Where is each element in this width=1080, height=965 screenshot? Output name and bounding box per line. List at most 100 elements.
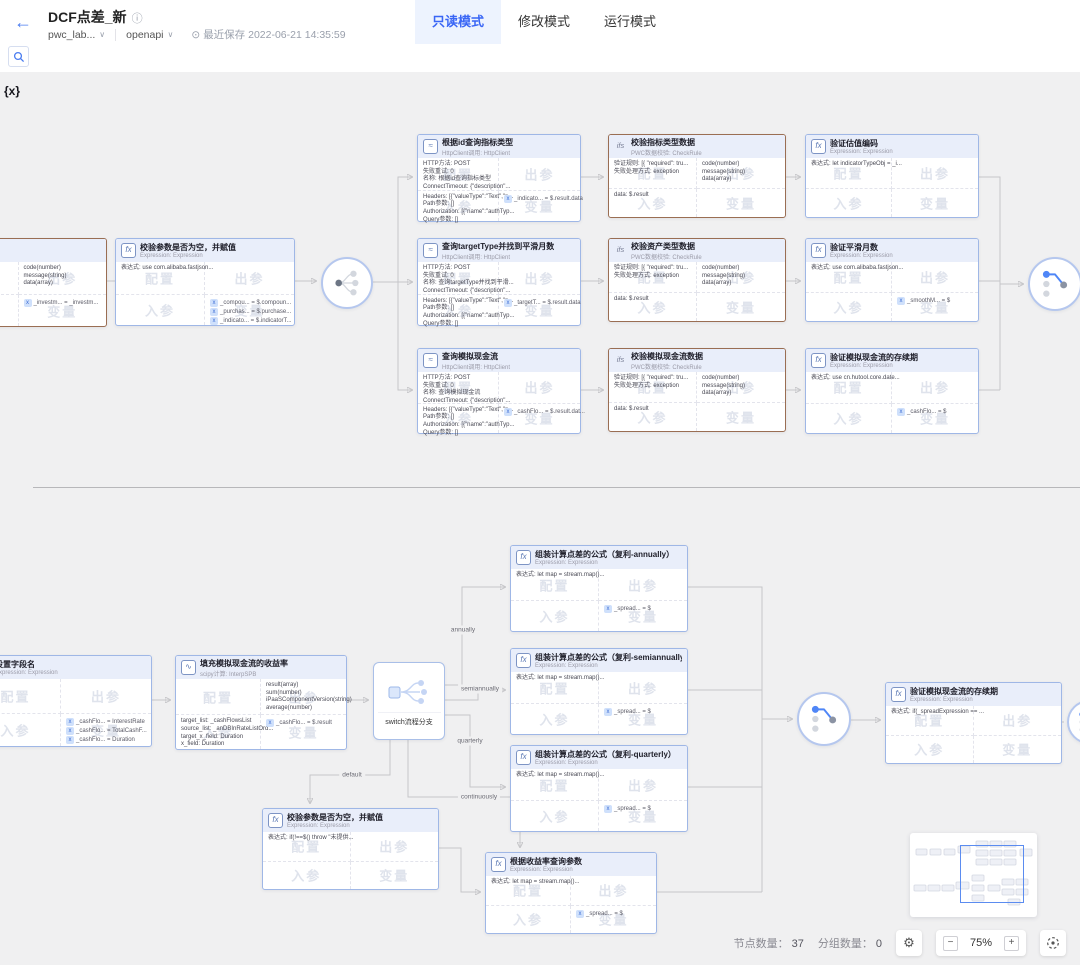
- node-quadrant-tr: 出参: [892, 158, 978, 189]
- back-button[interactable]: ←: [14, 11, 32, 33]
- config-line: result(array): [266, 682, 346, 690]
- tab-readonly-mode[interactable]: 只读模式: [415, 0, 501, 44]
- node-body: 配置Rate =...出参入参变量x_cashFlo... = Interest…: [0, 679, 151, 746]
- flow-node-expr-verify-duration-bottom[interactable]: fx验证模拟现金流的存续期Expression: Expression配置表达式…: [885, 682, 1062, 764]
- chevron-down-icon: ∨: [168, 30, 174, 39]
- node-header: fx验证模拟现金流的存续期Expression: Expression: [886, 683, 1061, 706]
- flow-node-expr-verify-valuation-code[interactable]: fx验证估值编码Expression: Expression配置表达式: let…: [805, 134, 979, 218]
- quadrant-watermark: 出参: [920, 163, 950, 182]
- expr-icon: fx: [811, 353, 826, 368]
- node-count: 节点数量：37: [734, 935, 804, 951]
- config-line: data(array): [702, 280, 785, 288]
- config-line: HTTP方法: POST: [423, 161, 498, 169]
- quadrant-watermark: 出参: [379, 837, 409, 856]
- last-saved: ⊙ 最近保存 2022-06-21 14:35:59: [191, 27, 345, 42]
- variable-chip: x_spread... = $: [604, 605, 687, 613]
- flow-node-http-query-cashflow[interactable]: ≈查询模拟现金流HttpClient调用: HttpClient配置HTTP方法…: [417, 348, 581, 434]
- zoom-out-button[interactable]: −: [943, 936, 958, 951]
- tab-edit-mode[interactable]: 修改模式: [501, 0, 587, 44]
- node-body: 配置出参code(number)message(string)data(arra…: [0, 262, 106, 326]
- node-header: ≈根据id查询指标类型HttpClient调用: HttpClient: [418, 135, 580, 158]
- flow-node-check-params-empty-1[interactable]: fx校验参数是否为空，并赋值Expression: Expression配置表达…: [115, 238, 295, 326]
- variables-badge[interactable]: {x}: [4, 84, 20, 98]
- node-body: 配置表达式: use com.alibaba.fastjson...出参入参变量…: [806, 262, 978, 321]
- app-header: ← DCF点差_新ⓘ pwc_lab... ∨ openapi ∨ ⊙ 最近保存…: [0, 0, 1080, 45]
- node-title: 填充模拟现金流的收益率: [200, 658, 288, 669]
- node-title: 校验参数是否为空，并赋值: [140, 242, 236, 253]
- config-line: average(number): [266, 705, 346, 713]
- node-header: ifs校验指标类型数据PWC数据校验: CheckRule: [609, 135, 785, 158]
- flow-merge-node[interactable]: [1028, 257, 1080, 311]
- service-select[interactable]: openapi ∨: [115, 29, 183, 41]
- flow-node-check-indicator-type-data[interactable]: ifs校验指标类型数据PWC数据校验: CheckRule配置验证规则: [{ …: [608, 134, 786, 218]
- search-button[interactable]: [8, 46, 29, 67]
- flow-merge-node[interactable]: [797, 692, 851, 746]
- minimap-viewport[interactable]: [960, 845, 1024, 903]
- flow-node-http-query-indicator-type[interactable]: ≈根据id查询指标类型HttpClient调用: HttpClient配置HTT…: [417, 134, 581, 222]
- node-title: 设置字段名: [0, 659, 58, 670]
- node-subtitle: PWC数据校验: CheckRule: [631, 148, 702, 157]
- minimap[interactable]: [910, 833, 1037, 917]
- node-subtitle: Expression: Expression: [535, 760, 676, 766]
- variable-chip: x_investm... = _investm...: [24, 299, 107, 307]
- flow-node-switch-branch[interactable]: switch流程分支: [373, 662, 445, 740]
- config-line: code(number): [702, 161, 785, 169]
- flow-node-expr-query-params-by-yield[interactable]: fx根据收益率查询参数Expression: Expression配置表达式: …: [485, 852, 657, 934]
- node-quadrant-tr: 出参code(number)message(string)data(array): [697, 262, 785, 293]
- node-subtitle: Expression: Expression: [535, 663, 682, 669]
- settings-button[interactable]: ⚙: [896, 930, 922, 956]
- node-body: 配置验证规则: [{ "required": tru...失败处理方式: exc…: [609, 372, 785, 431]
- config-line: iPaaSComponentVersion(string): [266, 697, 346, 705]
- flow-node-expr-formula-semiannually[interactable]: fx组装计算点差的公式（复利-semiannually）Expression: …: [510, 648, 688, 735]
- config-line: message(string): [702, 273, 785, 281]
- node-quadrant-bl: 入参: [806, 404, 892, 433]
- flow-node-fill-cashflow-yield[interactable]: ∿填充模拟现金流的收益率scipy计算: InterpSPB配置出参result…: [175, 655, 347, 750]
- flow-node-expr-formula-quarterly[interactable]: fx组装计算点差的公式（复利-quarterly）Expression: Exp…: [510, 745, 688, 832]
- node-titles: 校验参数是否为空，并赋值Expression: Expression: [140, 242, 236, 259]
- node-quadrant-bl: 入参target_list: _cashFlowsListsource_list…: [176, 715, 261, 749]
- variable-chip: x_indicato... = $.result.data: [504, 195, 580, 203]
- node-quadrant-br: 变量x_indicato... = $.result.data: [499, 191, 580, 221]
- config-line: 名称: 查询targetType并找到平滑...: [423, 280, 498, 288]
- node-quadrant-tl: 配置验证规则: [{ "required": tru...失败处理方式: exc…: [609, 158, 697, 189]
- flow-node-check-invest-partial[interactable]: ifs配置出参code(number)message(string)data(a…: [0, 238, 107, 327]
- flow-node-set-field-name-partial[interactable]: fx设置字段名Expression: Expression配置Rate =...…: [0, 655, 152, 747]
- flow-merge-node[interactable]: [1067, 700, 1080, 744]
- flow-node-check-asset-type-data[interactable]: ifs校验资产类型数据PWC数据校验: CheckRule配置验证规则: [{ …: [608, 238, 786, 322]
- node-quadrant-bl: 入参data: $.result: [609, 293, 697, 321]
- config-line: ConnectTimeout: {"description"...: [423, 398, 498, 406]
- config-line: 名称: 查询模拟现金流: [423, 390, 498, 398]
- config-line: Path参数: []: [423, 201, 498, 209]
- info-icon[interactable]: ⓘ: [132, 13, 143, 25]
- quadrant-watermark: 出参: [598, 881, 628, 900]
- quadrant-watermark: 出参: [524, 164, 554, 183]
- quadrant-watermark: 变量: [920, 193, 950, 212]
- flow-node-expr-formula-annually[interactable]: fx组装计算点差的公式（复利-annually）Expression: Expr…: [510, 545, 688, 632]
- node-quadrant-br: 变量x_spread... = $: [571, 906, 656, 933]
- flow-node-http-query-targettype[interactable]: ≈查询targetType并找到平滑月数HttpClient调用: HttpCl…: [417, 238, 581, 326]
- node-body: 配置HTTP方法: POST失败重试: 0名称: 查询模拟现金流ConnectT…: [418, 372, 580, 433]
- node-body: 配置验证规则: [{ "required": tru...失败处理方式: exc…: [609, 262, 785, 321]
- config-line: 表达式: use com.alibaba.fastjson...: [121, 265, 204, 273]
- node-titles: 校验资产类型数据PWC数据校验: CheckRule: [631, 241, 702, 261]
- zoom-in-button[interactable]: +: [1004, 936, 1019, 951]
- fit-view-button[interactable]: [1040, 930, 1066, 956]
- node-body: 配置表达式: if(!==$() throw "未提供...出参入参变量: [263, 832, 438, 889]
- node-body: 配置表达式: let map = stream.map()...出参入参变量x_…: [511, 769, 687, 831]
- flow-fork-node[interactable]: [321, 257, 373, 309]
- node-title: 验证估值编码: [830, 138, 893, 149]
- flow-node-check-params-empty-2[interactable]: fx校验参数是否为空，并赋值Expression: Expression配置表达…: [262, 808, 439, 890]
- node-quadrant-br: 变量: [892, 189, 978, 217]
- node-title: 组装计算点差的公式（复利-annually）: [535, 549, 674, 560]
- flow-node-check-cashflow-data[interactable]: ifs校验模拟现金流数据PWC数据校验: CheckRule配置验证规则: [{…: [608, 348, 786, 432]
- tab-run-mode[interactable]: 运行模式: [587, 0, 673, 44]
- variable-chip-text: _investm... = _investm...: [34, 300, 99, 306]
- workspace-select[interactable]: pwc_lab... ∨: [48, 29, 115, 41]
- flow-node-expr-verify-duration-top[interactable]: fx验证模拟现金流的存续期Expression: Expression配置表达式…: [805, 348, 979, 434]
- quadrant-watermark: 出参: [524, 378, 554, 397]
- flow-canvas[interactable]: {x}: [0, 72, 1080, 965]
- flow-node-expr-verify-smooth-months[interactable]: fx验证平滑月数Expression: Expression配置表达式: use…: [805, 238, 979, 322]
- node-quadrant-bl: 入参: [486, 906, 571, 933]
- config-line: Query参数: []: [423, 321, 498, 329]
- config-line: data(array): [702, 176, 785, 184]
